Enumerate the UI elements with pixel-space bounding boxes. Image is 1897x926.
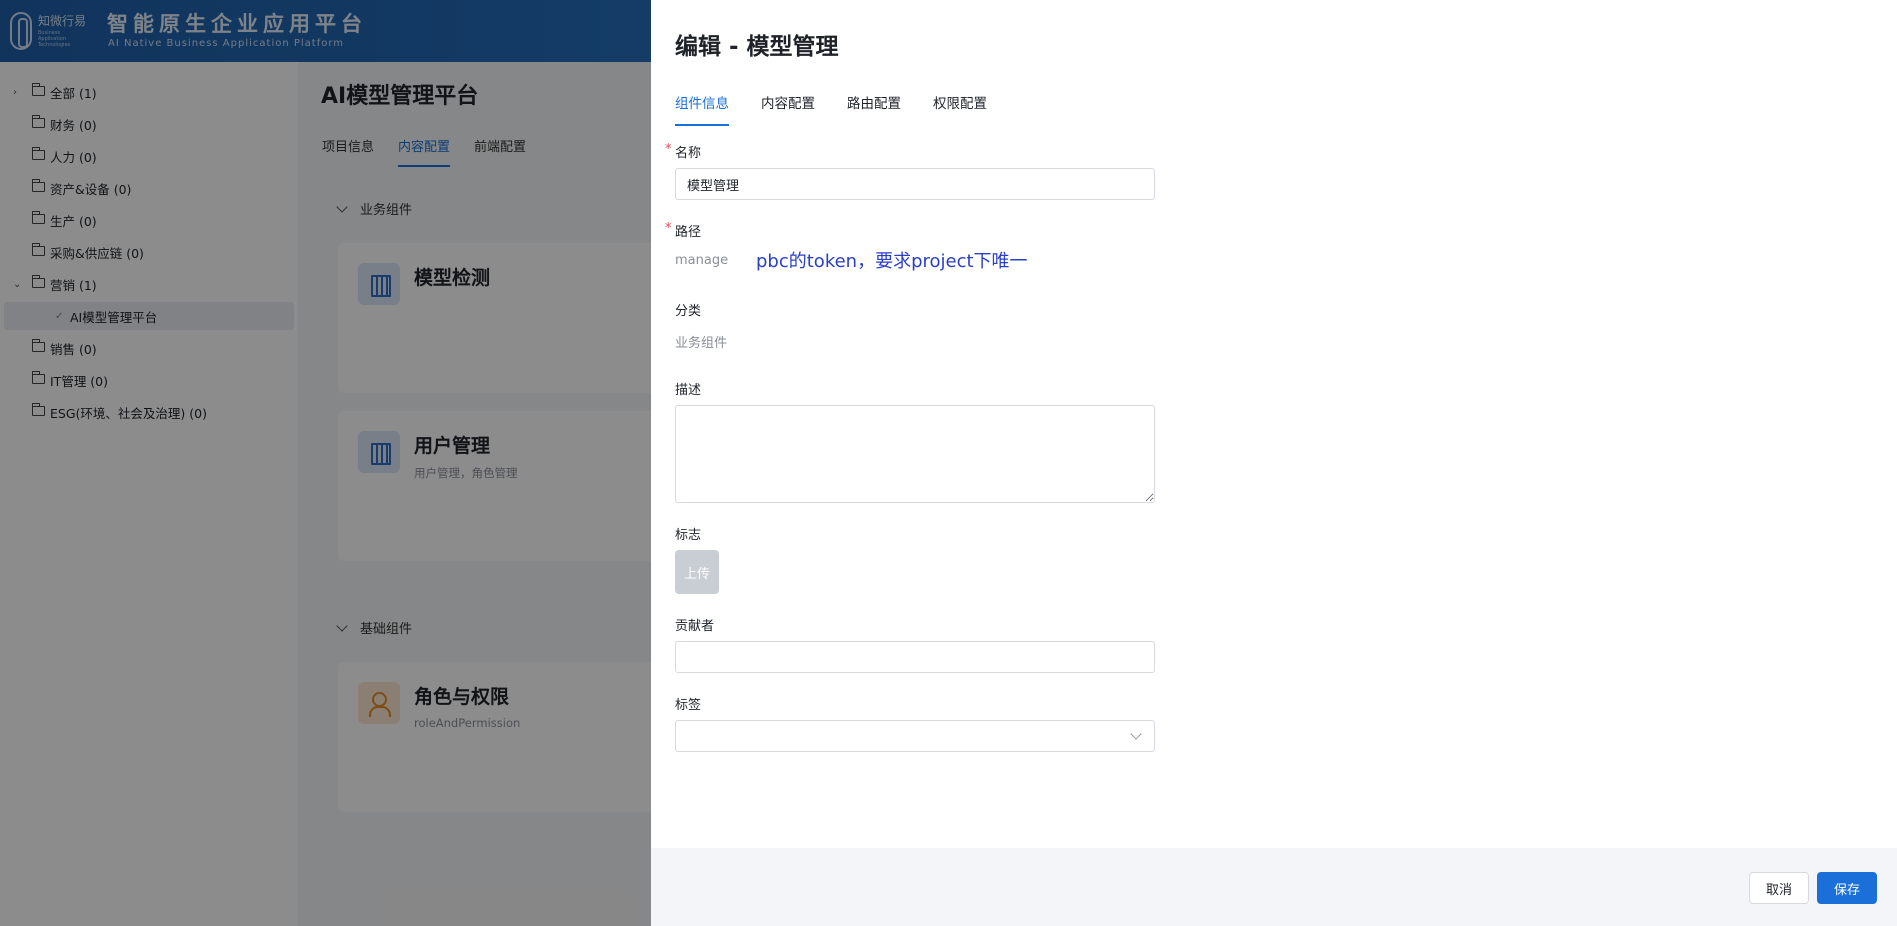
save-button[interactable]: 保存 (1817, 872, 1877, 904)
tab-permission-config[interactable]: 权限配置 (933, 92, 987, 126)
drawer-tabs: 组件信息 内容配置 路由配置 权限配置 (675, 92, 1019, 126)
tab-content-config[interactable]: 内容配置 (761, 92, 815, 126)
name-label: 名称 (675, 146, 702, 161)
upload-button[interactable]: 上传 (675, 550, 719, 594)
path-label: 路径 (675, 225, 702, 240)
modal-overlay[interactable] (0, 0, 651, 926)
category-label: 分类 (675, 304, 702, 319)
chevron-down-icon (1130, 728, 1142, 740)
cancel-button[interactable]: 取消 (1749, 872, 1809, 904)
required-mark: * (665, 142, 672, 157)
contributor-label: 贡献者 (675, 619, 715, 634)
description-label: 描述 (675, 383, 702, 398)
drawer-title: 编辑 - 模型管理 (675, 34, 839, 60)
tags-select[interactable] (675, 720, 1155, 752)
required-mark: * (665, 221, 672, 236)
category-value: 业务组件 (675, 336, 728, 351)
drawer-footer (651, 848, 1897, 926)
description-textarea[interactable] (675, 405, 1155, 503)
tab-route-config[interactable]: 路由配置 (847, 92, 901, 126)
tags-label: 标签 (675, 698, 702, 713)
logo-label: 标志 (675, 528, 702, 543)
tab-component-info[interactable]: 组件信息 (675, 92, 729, 126)
contributor-input[interactable] (675, 641, 1155, 673)
name-input[interactable] (675, 168, 1155, 200)
edit-drawer: 编辑 - 模型管理 组件信息 内容配置 路由配置 权限配置 * 名称 * 路径 … (651, 0, 1897, 926)
path-value: manage (675, 253, 729, 268)
path-annotation: pbc的token，要求project下唯一 (756, 251, 1028, 272)
